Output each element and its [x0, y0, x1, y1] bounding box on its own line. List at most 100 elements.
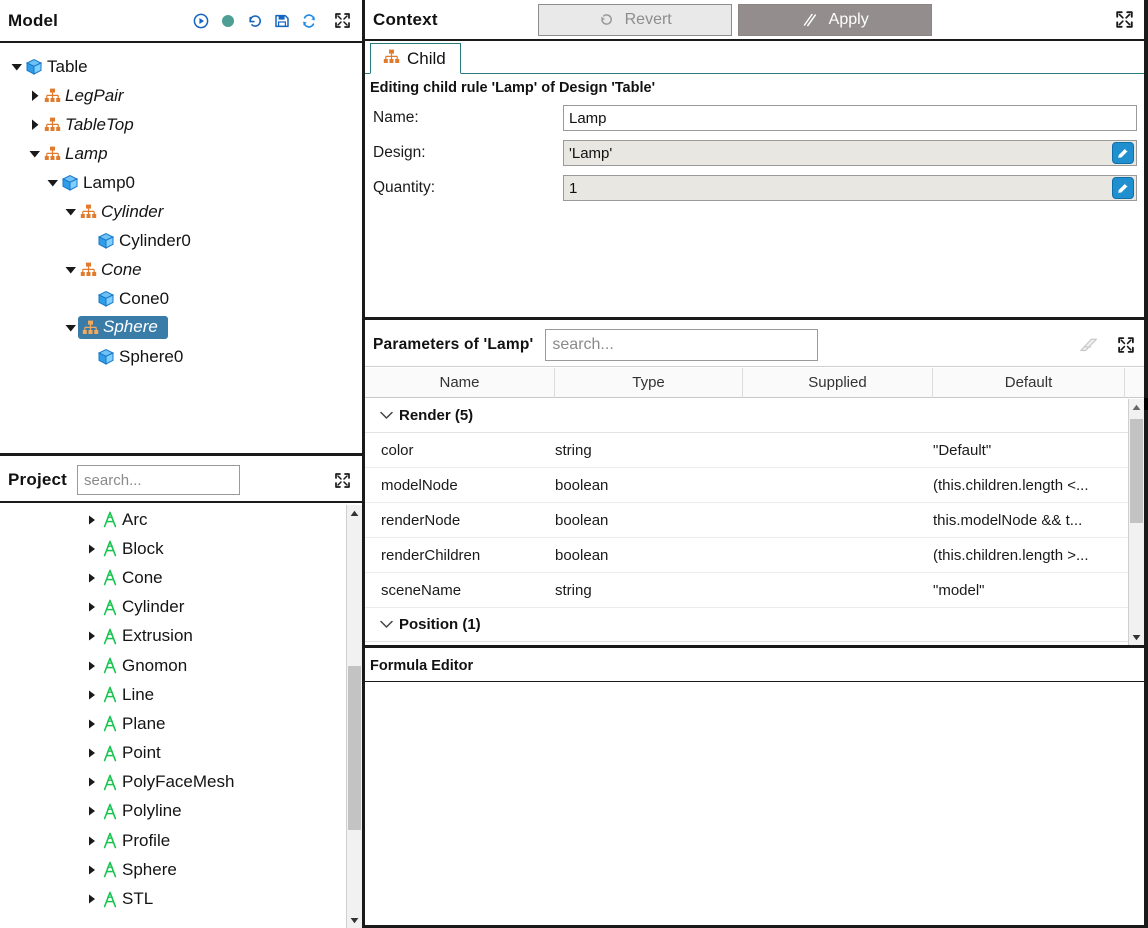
tree-twisty-right-icon[interactable]	[86, 718, 100, 730]
field-input-quantity[interactable]	[563, 175, 1137, 201]
tree-item-sphere[interactable]: Sphere	[0, 313, 362, 342]
parameter-row[interactable]: modelNode boolean (this.children.length <.…	[365, 468, 1128, 503]
tree-item-cone[interactable]: Cone	[0, 255, 362, 284]
project-item-arc[interactable]: Arc	[0, 505, 362, 534]
rule-icon	[80, 318, 100, 336]
tree-item-cylinder[interactable]: Cylinder	[0, 197, 362, 226]
tree-twisty-down-icon[interactable]	[8, 59, 24, 75]
project-item-polyfacemesh[interactable]: PolyFaceMesh	[0, 768, 362, 797]
save-icon[interactable]	[272, 11, 292, 31]
project-search-input[interactable]	[77, 465, 241, 495]
parameter-group-position[interactable]: Position (1)	[365, 608, 1128, 642]
scroll-thumb[interactable]	[348, 666, 361, 830]
tree-twisty-right-icon[interactable]	[86, 660, 100, 672]
revert-button[interactable]: Revert	[537, 3, 732, 36]
project-item-cylinder[interactable]: Cylinder	[0, 593, 362, 622]
tree-item-lamp[interactable]: Lamp	[0, 139, 362, 168]
scroll-up-button[interactable]	[347, 505, 362, 521]
tree-twisty-right-icon[interactable]	[86, 630, 100, 642]
parameter-row[interactable]: sceneName string "model"	[365, 573, 1128, 608]
field-input-design[interactable]	[563, 140, 1137, 166]
run-icon[interactable]	[191, 11, 211, 31]
tab-child[interactable]: Child	[370, 43, 461, 74]
parameters-rows[interactable]: Render (5) color string "Default" modelNode b…	[365, 399, 1128, 645]
tree-item-tabletop[interactable]: TableTop	[0, 110, 362, 139]
tree-twisty-right-icon[interactable]	[86, 893, 100, 905]
chevron-down-icon[interactable]	[373, 620, 399, 629]
tree-twisty-down-icon[interactable]	[62, 204, 78, 220]
field-input-name[interactable]	[563, 105, 1137, 131]
column-header-default[interactable]: Default	[933, 367, 1125, 398]
tree-item-legpair[interactable]: LegPair	[0, 81, 362, 110]
tree-twisty-down-icon[interactable]	[26, 146, 42, 162]
undo-history-icon[interactable]	[245, 11, 265, 31]
tree-twisty-right-icon[interactable]	[26, 88, 42, 104]
column-header-type[interactable]: Type	[555, 367, 743, 398]
tree-twisty-right-icon[interactable]	[26, 117, 42, 133]
apply-button[interactable]: Apply	[737, 3, 932, 36]
tree-item-sphere0[interactable]: Sphere0	[0, 342, 362, 371]
scroll-track[interactable]	[1129, 415, 1144, 629]
tree-twisty-down-icon[interactable]	[62, 262, 78, 278]
tree-item-label: Sphere	[103, 317, 158, 336]
tree-twisty-right-icon[interactable]	[86, 543, 100, 555]
scroll-down-button[interactable]	[1129, 629, 1144, 645]
tree-twisty-right-icon[interactable]	[86, 514, 100, 526]
scroll-up-button[interactable]	[1129, 399, 1144, 415]
project-item-profile[interactable]: Profile	[0, 826, 362, 855]
model-tree[interactable]: Table LegPair TableTop Lamp Lamp0 Cylinder Cyl…	[0, 45, 362, 453]
chevron-down-icon[interactable]	[373, 411, 399, 420]
status-dot-icon[interactable]	[218, 11, 238, 31]
design-icon	[100, 540, 120, 557]
scroll-track[interactable]	[347, 521, 362, 912]
parameter-row[interactable]: renderNode boolean this.modelNode && t...	[365, 503, 1128, 538]
tree-twisty-down-icon[interactable]	[44, 175, 60, 191]
project-item-cone[interactable]: Cone	[0, 563, 362, 592]
tree-twisty-right-icon[interactable]	[86, 601, 100, 613]
formula-editor-body[interactable]	[365, 683, 1144, 928]
eraser-icon[interactable]	[1078, 335, 1104, 355]
expand-icon[interactable]	[1116, 335, 1136, 355]
tree-twisty-right-icon[interactable]	[86, 572, 100, 584]
expand-icon[interactable]	[332, 11, 352, 31]
tree-item-cone0[interactable]: Cone0	[0, 284, 362, 313]
parameters-scrollbar[interactable]	[1128, 399, 1144, 645]
tree-item-table[interactable]: Table	[0, 52, 362, 81]
edit-pencil-icon[interactable]	[1112, 142, 1134, 164]
tree-item-cylinder0[interactable]: Cylinder0	[0, 226, 362, 255]
project-item-polyline[interactable]: Polyline	[0, 797, 362, 826]
project-item-gnomon[interactable]: Gnomon	[0, 651, 362, 680]
project-item-block[interactable]: Block	[0, 534, 362, 563]
parameter-group-render[interactable]: Render (5)	[365, 399, 1128, 433]
project-item-plane[interactable]: Plane	[0, 709, 362, 738]
tree-item-lamp0[interactable]: Lamp0	[0, 168, 362, 197]
project-item-extrusion[interactable]: Extrusion	[0, 622, 362, 651]
tree-twisty-right-icon[interactable]	[86, 835, 100, 847]
parameters-search-input[interactable]	[545, 328, 819, 361]
parameter-row[interactable]: color string "Default"	[365, 433, 1128, 468]
tree-twisty-right-icon[interactable]	[86, 805, 100, 817]
expand-icon[interactable]	[1114, 10, 1134, 30]
tree-twisty-right-icon[interactable]	[86, 776, 100, 788]
design-icon	[100, 628, 120, 645]
tree-twisty-right-icon[interactable]	[86, 689, 100, 701]
edit-pencil-icon[interactable]	[1112, 177, 1134, 199]
tree-twisty-down-icon[interactable]	[62, 320, 78, 336]
tree-twisty-right-icon[interactable]	[86, 864, 100, 876]
scroll-down-button[interactable]	[347, 912, 362, 928]
column-header-name[interactable]: Name	[365, 367, 555, 398]
project-item-line[interactable]: Line	[0, 680, 362, 709]
tree-twisty-right-icon[interactable]	[86, 747, 100, 759]
parameter-row[interactable]: renderChildren boolean (this.children.leng…	[365, 538, 1128, 573]
expand-icon[interactable]	[332, 470, 352, 490]
scroll-thumb[interactable]	[1130, 419, 1143, 523]
project-item-point[interactable]: Point	[0, 739, 362, 768]
column-header-supplied[interactable]: Supplied	[743, 367, 933, 398]
project-item-stl[interactable]: STL	[0, 884, 362, 913]
project-item-sphere[interactable]: Sphere	[0, 855, 362, 884]
field-label-name: Name:	[373, 109, 419, 126]
project-scrollbar[interactable]	[346, 505, 362, 928]
parameter-default: "model"	[933, 581, 985, 599]
refresh-icon[interactable]	[299, 11, 319, 31]
project-tree[interactable]: Arc Block Cone Cylinder Extrusion Gnomon Line P…	[0, 505, 362, 928]
